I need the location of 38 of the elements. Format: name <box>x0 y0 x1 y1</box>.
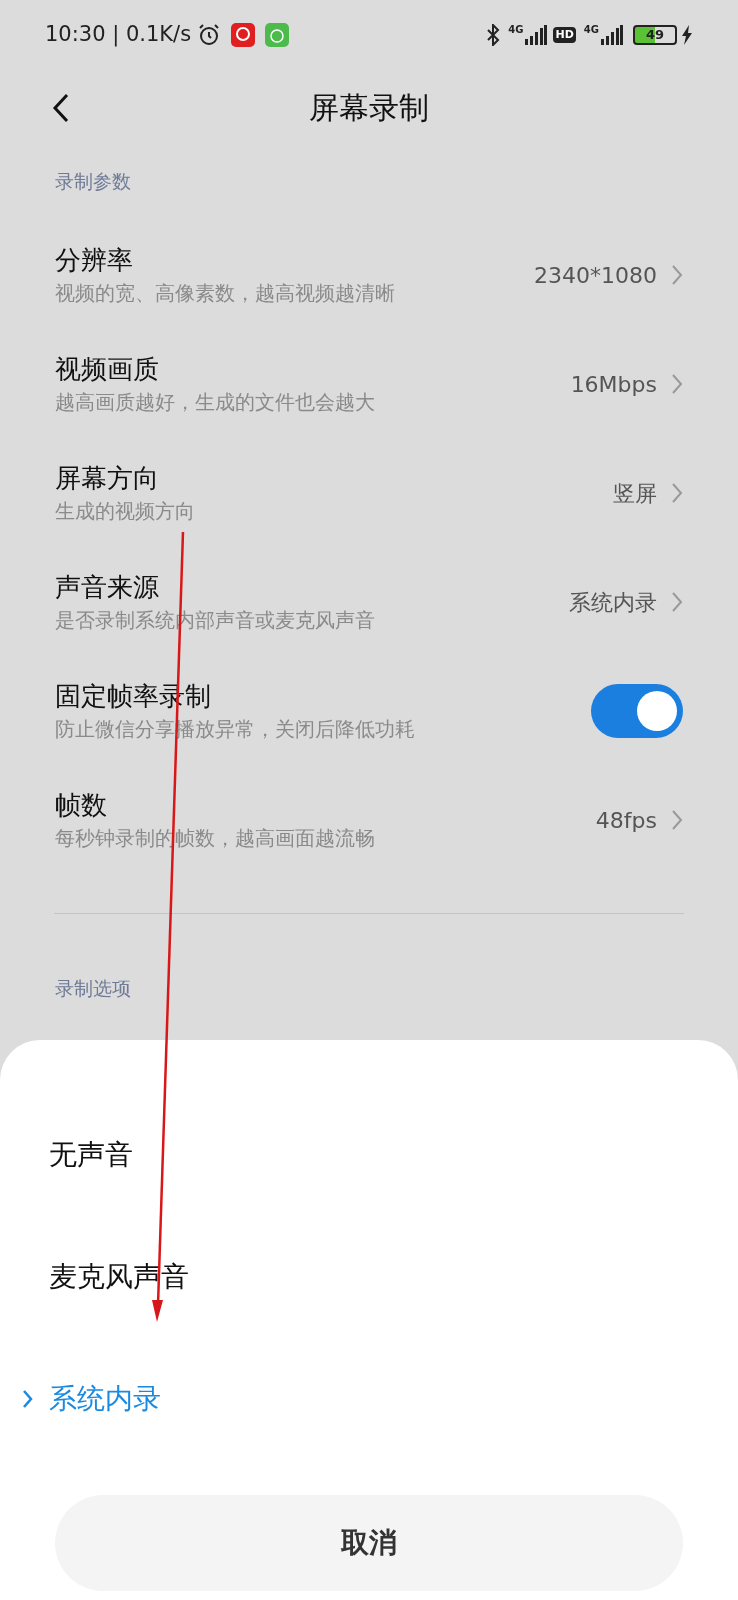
back-icon <box>52 92 70 123</box>
setting-title: 视频画质 <box>55 353 160 386</box>
section-header: 录制参数 <box>55 169 132 194</box>
page-title: 屏幕录制 <box>309 89 429 127</box>
section-header: 录制选项 <box>55 975 132 1001</box>
signal-icon <box>599 25 623 45</box>
setting-value[interactable]: 16Mbps <box>570 367 657 401</box>
app-icon <box>265 23 290 47</box>
chevron-right-icon <box>671 809 683 831</box>
toggle-switch[interactable] <box>591 684 683 738</box>
setting-value[interactable]: 竖屏 <box>613 476 657 510</box>
setting-value[interactable]: 系统内录 <box>569 585 657 619</box>
setting-title: 屏幕方向 <box>55 462 160 495</box>
setting-title: 分辨率 <box>55 244 134 277</box>
sheet-option[interactable]: 无声音 <box>0 1094 738 1216</box>
bluetooth-icon <box>486 24 501 46</box>
cancel-button[interactable]: 取消 <box>55 1495 683 1591</box>
setting-value[interactable]: 48fps <box>595 803 657 837</box>
setting-description: 生成的视频方向 <box>55 498 196 525</box>
chevron-right-icon <box>671 264 683 286</box>
battery-indicator: 49 <box>633 25 677 45</box>
chevron-right-icon <box>22 1389 34 1409</box>
network-label: 4G <box>508 23 524 37</box>
chevron-right-icon <box>671 373 683 395</box>
setting-title: 帧数 <box>55 789 108 822</box>
charging-icon <box>681 25 693 45</box>
setting-value[interactable]: 2340*1080 <box>534 258 657 292</box>
hd-badge: HD <box>553 26 576 44</box>
chevron-right-icon <box>671 482 683 504</box>
network-label: 4G <box>583 23 599 37</box>
app-icon <box>231 23 256 47</box>
chevron-right-icon <box>671 591 683 613</box>
setting-title: 声音来源 <box>55 571 160 604</box>
sheet-option[interactable]: 系统内录 <box>0 1338 738 1460</box>
setting-description: 越高画质越好，生成的文件也会越大 <box>55 389 376 416</box>
signal-icon <box>523 25 548 45</box>
setting-description: 视频的宽、高像素数，越高视频越清晰 <box>55 280 396 307</box>
status-time: 10:30 | 0.1K/s <box>45 21 192 49</box>
